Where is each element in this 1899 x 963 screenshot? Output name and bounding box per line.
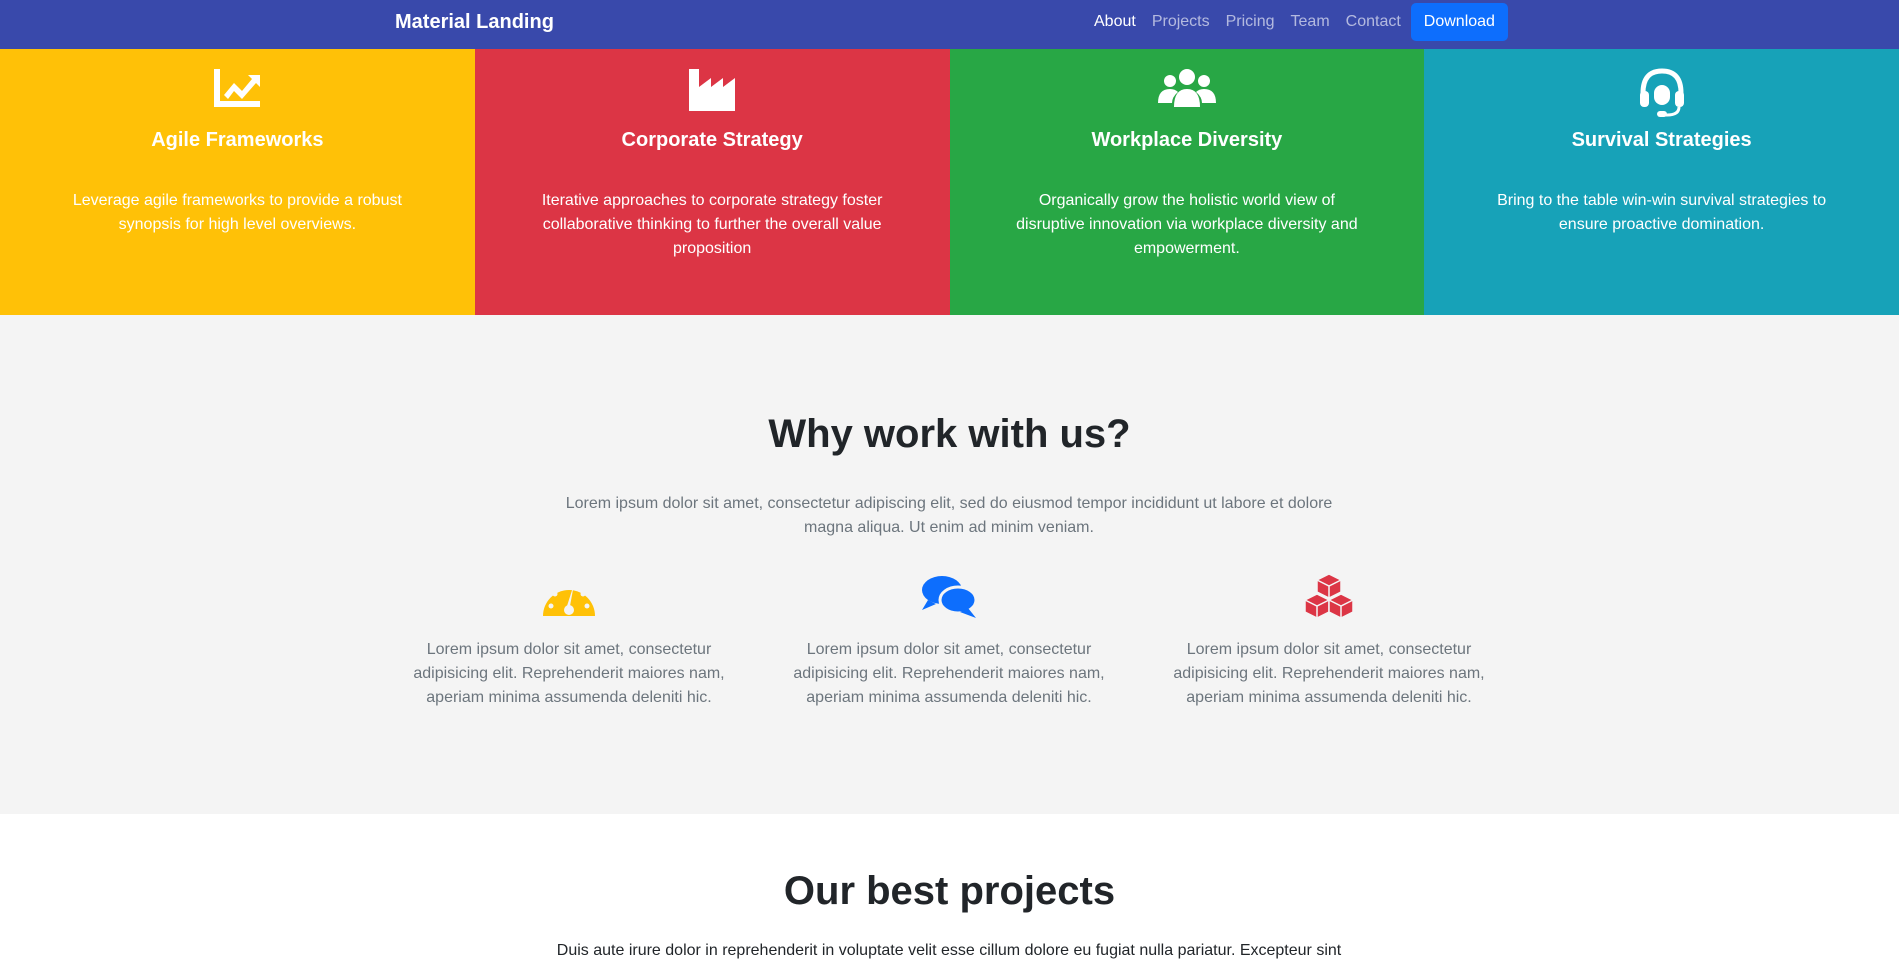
feature-card-survival: Survival Strategies Bring to the table w…	[1424, 49, 1899, 315]
nav-link-team[interactable]: Team	[1283, 0, 1338, 44]
chart-line-icon	[58, 67, 417, 117]
why-item-text: Lorem ipsum dolor sit amet, consectetur …	[1173, 641, 1485, 706]
users-icon	[1008, 67, 1367, 117]
feature-title: Survival Strategies	[1571, 129, 1752, 151]
feature-card-corporate: Corporate Strategy Iterative approaches …	[474, 49, 950, 315]
feature-text: Bring to the table win-win survival stra…	[1497, 192, 1827, 233]
nav-link-pricing[interactable]: Pricing	[1218, 0, 1283, 44]
speedometer-icon	[409, 574, 729, 620]
why-section: Why work with us? Lorem ipsum dolor sit …	[0, 315, 1899, 814]
why-item-text: Lorem ipsum dolor sit amet, consectetur …	[793, 641, 1105, 706]
why-item-speed: Lorem ipsum dolor sit amet, consectetur …	[409, 574, 729, 710]
nav-links: About Projects Pricing Team Contact Down…	[1086, 0, 1508, 44]
nav-link-projects[interactable]: Projects	[1144, 0, 1218, 44]
why-section-lead: Lorem ipsum dolor sit amet, consectetur …	[565, 495, 1333, 536]
why-item-text: Lorem ipsum dolor sit amet, consectetur …	[413, 641, 725, 706]
why-item-cubes: Lorem ipsum dolor sit amet, consectetur …	[1169, 574, 1489, 710]
nav-link-about[interactable]: About	[1086, 0, 1144, 44]
feature-title: Workplace Diversity	[1091, 129, 1283, 151]
top-navbar: Material Landing About Projects Pricing …	[0, 0, 1899, 49]
feature-card-diversity: Workplace Diversity Organically grow the…	[949, 49, 1425, 315]
nav-link-contact[interactable]: Contact	[1338, 0, 1409, 44]
features-strip: Agile Frameworks Leverage agile framewor…	[0, 49, 1899, 315]
chat-bubbles-icon	[789, 574, 1109, 620]
download-button[interactable]: Download	[1410, 3, 1508, 41]
feature-text: Organically grow the holistic world view…	[1016, 192, 1358, 257]
brand-logo-link[interactable]: Material Landing	[395, 0, 554, 44]
feature-title: Corporate Strategy	[621, 129, 803, 151]
feature-text: Leverage agile frameworks to provide a r…	[72, 192, 402, 233]
projects-section-title: Our best projects	[783, 869, 1116, 913]
feature-text: Iterative approaches to corporate strate…	[541, 192, 883, 257]
why-item-chat: Lorem ipsum dolor sit amet, consectetur …	[789, 574, 1109, 710]
why-section-title: Why work with us?	[768, 412, 1131, 456]
headset-icon	[1482, 67, 1841, 117]
industry-icon	[533, 67, 892, 117]
projects-section-lead: Duis aute irure dolor in reprehenderit i…	[556, 942, 1342, 959]
cubes-icon	[1169, 574, 1489, 620]
feature-title: Agile Frameworks	[151, 129, 324, 151]
projects-section: Our best projects Duis aute irure dolor …	[0, 814, 1899, 959]
feature-card-agile: Agile Frameworks Leverage agile framewor…	[0, 49, 475, 315]
